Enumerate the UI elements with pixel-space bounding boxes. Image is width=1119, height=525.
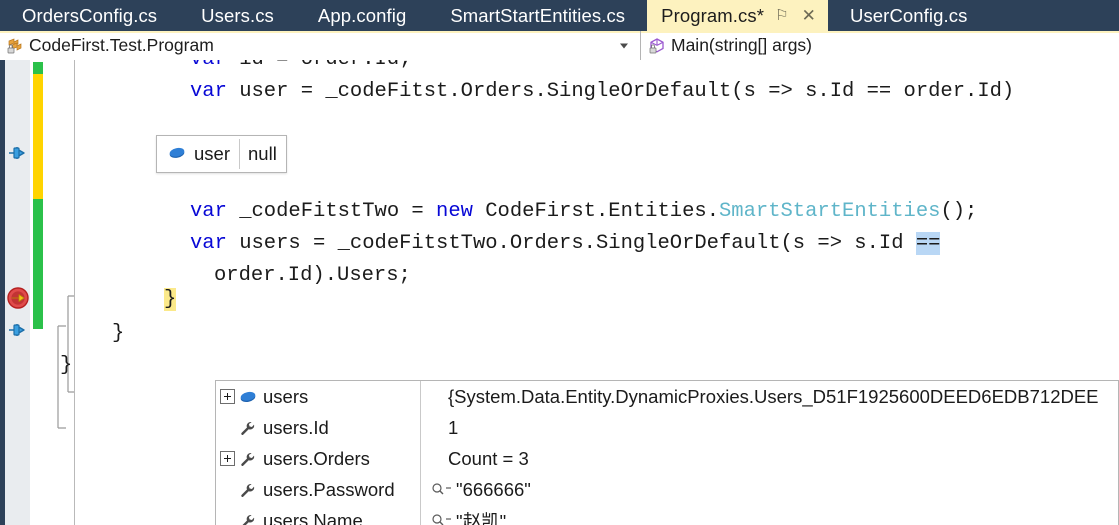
watch-value-cell[interactable]: 1 (421, 417, 1118, 439)
method-icon (647, 36, 667, 56)
pin-icon[interactable]: ⚐ (773, 8, 791, 23)
outlining-margin[interactable] (48, 60, 76, 525)
class-dropdown-label: CodeFirst.Test.Program (29, 35, 214, 55)
change-bar-saved (33, 62, 43, 74)
tab-label: Program.cs* (661, 4, 765, 26)
brace-match-highlight: } (164, 288, 177, 311)
datatip-user[interactable]: user null (156, 135, 287, 173)
tab-label: App.config (317, 4, 407, 26)
bookmark-icon[interactable] (6, 319, 28, 341)
watch-name: users.Id (263, 416, 329, 438)
watch-value-cell[interactable]: "赵凯" (421, 508, 1118, 525)
watch-value[interactable]: "666666" (456, 479, 531, 501)
watch-name-cell[interactable]: users.Name (216, 505, 421, 525)
property-icon (238, 511, 258, 525)
visual-studio-window: OrdersConfig.cs Users.cs App.config Smar… (0, 0, 1119, 525)
datatip-value[interactable]: null (240, 143, 286, 165)
current-statement-icon[interactable] (6, 286, 29, 309)
expander-placeholder (220, 513, 235, 525)
watch-value-cell[interactable]: Count = 3 (421, 448, 1118, 470)
close-icon[interactable]: ✕ (800, 7, 818, 24)
watch-value-cell[interactable]: "666666" (421, 479, 1118, 501)
member-dropdown-label: Main(string[] args) (671, 35, 813, 55)
object-icon (238, 387, 258, 407)
code-line-brace-outer: } (60, 354, 73, 377)
property-icon (238, 449, 258, 469)
code-line-users-assign: var users = _codeFitstTwo.Orders.SingleO… (190, 232, 941, 255)
navigation-bar: CodeFirst.Test.Program Main(string[] arg… (0, 31, 1119, 61)
expander-plus-icon[interactable] (220, 389, 235, 404)
expander-plus-icon[interactable] (220, 451, 235, 466)
chevron-down-icon[interactable] (620, 43, 628, 48)
watch-panel[interactable]: users {System.Data.Entity.DynamicProxies… (215, 380, 1119, 525)
watch-value-cell[interactable]: {System.Data.Entity.DynamicProxies.Users… (421, 386, 1118, 408)
watch-name-cell[interactable]: users.Orders (216, 443, 421, 474)
object-value-icon (167, 144, 187, 164)
string-visualizer-icon[interactable] (431, 481, 452, 499)
expander-placeholder (220, 482, 235, 497)
tab-users[interactable]: Users.cs (179, 0, 296, 31)
code-line-brace-mid: } (112, 322, 125, 345)
code-line-clipped: var id = order.Id; (190, 60, 411, 75)
watch-name: users (263, 385, 309, 407)
editor-tab-strip: OrdersConfig.cs Users.cs App.config Smar… (0, 0, 1119, 31)
watch-name: users.Password (263, 478, 395, 500)
watch-name-cell[interactable]: users.Password (216, 474, 421, 505)
change-bar-unsaved (33, 74, 43, 199)
tab-smartstartentities[interactable]: SmartStartEntities.cs (428, 0, 647, 31)
string-visualizer-icon[interactable] (431, 512, 452, 525)
watch-row[interactable]: users {System.Data.Entity.DynamicProxies… (216, 381, 1118, 412)
property-icon (238, 480, 258, 500)
code-line-user-assign: var user = _codeFitst.Orders.SingleOrDef… (190, 80, 1015, 103)
member-dropdown[interactable]: Main(string[] args) (641, 31, 1119, 60)
tab-label: SmartStartEntities.cs (450, 4, 626, 26)
watch-value[interactable]: {System.Data.Entity.DynamicProxies.Users… (431, 386, 1099, 408)
tab-label: OrdersConfig.cs (22, 4, 158, 26)
watch-row[interactable]: users.Orders Count = 3 (216, 443, 1118, 474)
watch-name-cell[interactable]: users.Id (216, 412, 421, 443)
code-editor[interactable]: var id = order.Id; var user = _codeFitst… (0, 60, 1119, 525)
class-icon (5, 36, 25, 56)
expander-placeholder (220, 420, 235, 435)
tab-userconfig[interactable]: UserConfig.cs (828, 0, 989, 31)
tab-program-active[interactable]: Program.cs* ⚐ ✕ (647, 0, 828, 31)
watch-name-cell[interactable]: users (216, 381, 421, 412)
watch-row[interactable]: users.Name "赵凯" (216, 505, 1118, 525)
watch-row[interactable]: users.Id 1 (216, 412, 1118, 443)
change-bar-saved (33, 199, 43, 329)
watch-row[interactable]: users.Password "666666" (216, 474, 1118, 505)
property-icon (238, 418, 258, 438)
code-line-brace-inner: } (164, 284, 177, 315)
selected-text: == (915, 232, 941, 255)
datatip-name: user (194, 143, 230, 164)
tab-label: UserConfig.cs (849, 4, 968, 26)
bookmark-icon[interactable] (6, 142, 28, 164)
tab-label: Users.cs (201, 4, 274, 26)
watch-value[interactable]: "赵凯" (456, 508, 506, 525)
code-line-users-continue: order.Id).Users; (214, 264, 411, 287)
tab-appconfig[interactable]: App.config (296, 0, 428, 31)
watch-value[interactable]: 1 (431, 417, 458, 439)
code-line-codefitsttwo: var _codeFitstTwo = new CodeFirst.Entiti… (190, 200, 978, 223)
watch-name: users.Orders (263, 447, 370, 469)
watch-name: users.Name (263, 509, 363, 525)
tab-ordersconfig[interactable]: OrdersConfig.cs (0, 0, 179, 31)
watch-value[interactable]: Count = 3 (431, 448, 529, 470)
class-dropdown[interactable]: CodeFirst.Test.Program (0, 31, 641, 60)
